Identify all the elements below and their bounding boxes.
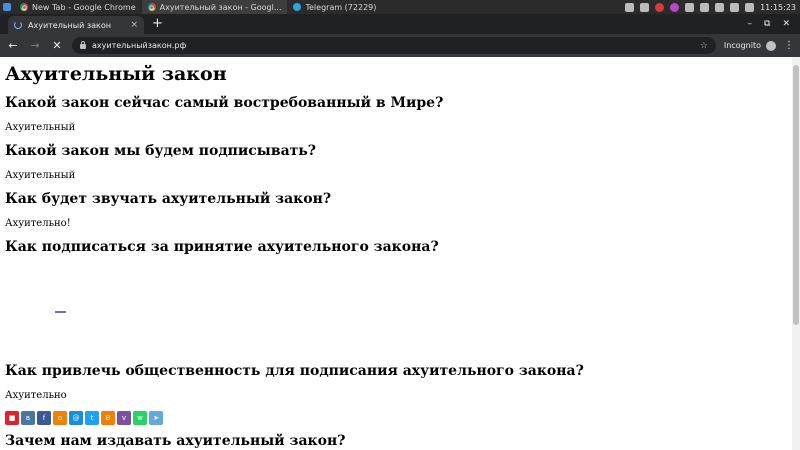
mailru-share-icon[interactable]: @: [69, 411, 83, 425]
incognito-indicator[interactable]: Incognito: [723, 40, 776, 51]
vk-share-icon[interactable]: в: [21, 411, 35, 425]
viber-share-icon[interactable]: v: [117, 411, 131, 425]
restore-icon[interactable]: ⧉: [764, 19, 770, 29]
minimize-icon[interactable]: –: [748, 19, 753, 29]
question-heading: Как подписаться за принятие ахуительного…: [5, 239, 439, 255]
reload-icon[interactable]: ✕: [50, 39, 64, 52]
browser-toolbar: ← → ✕ ахуительныйзакон.рф ☆ Incognito ⋮: [0, 34, 800, 57]
signature-embed-widget[interactable]: [5, 257, 792, 355]
battery-icon[interactable]: [745, 2, 755, 12]
facebook-share-icon[interactable]: f: [37, 411, 51, 425]
browser-tab-active[interactable]: Ахуительный закон ×: [8, 16, 144, 34]
answer-text: Ахуительный: [5, 122, 76, 133]
system-tray: 11:15:23: [625, 2, 800, 12]
answer-text: Ахуительно: [5, 390, 67, 401]
volume-icon[interactable]: [730, 2, 740, 12]
mail-icon[interactable]: [640, 2, 650, 12]
chrome-icon: [147, 3, 156, 11]
question-heading: Как будет звучать ахуительный закон?: [5, 191, 332, 207]
bluetooth-icon[interactable]: [685, 2, 695, 12]
start-menu-button[interactable]: [0, 0, 14, 14]
loading-spinner-icon: [14, 21, 22, 29]
window-controls: – ⧉ ✕: [748, 19, 800, 29]
question-heading: Какой закон сейчас самый востребованный …: [5, 95, 444, 111]
answer-text: Ахуительно!: [5, 218, 71, 229]
answer-text: Ахуительный: [5, 170, 76, 181]
page-title: Ахуительный закон: [5, 63, 227, 85]
incognito-icon: [766, 40, 776, 51]
twitter-share-icon[interactable]: t: [85, 411, 99, 425]
bookmark-star-icon[interactable]: ☆: [700, 41, 708, 51]
back-arrow-icon[interactable]: ←: [6, 39, 20, 52]
forward-arrow-icon[interactable]: →: [28, 39, 42, 52]
start-menu-icon: [3, 3, 11, 11]
app-tray-icon[interactable]: [655, 2, 665, 12]
browser-menu-icon[interactable]: ⋮: [784, 40, 794, 51]
new-tab-button[interactable]: +: [152, 16, 163, 32]
question-heading: Зачем нам издавать ахуительный закон?: [5, 433, 346, 449]
whatsapp-share-icon[interactable]: w: [133, 411, 147, 425]
bookmark-share-icon[interactable]: ■: [5, 411, 19, 425]
os-taskbar: New Tab - Google Chrome Ахуительный зако…: [0, 0, 800, 14]
close-window-icon[interactable]: ✕: [782, 19, 790, 29]
taskbar-item-label: New Tab - Google Chrome: [32, 2, 136, 12]
taskbar-item-label: Ахуительный закон - Googl...: [159, 2, 282, 12]
app-tray-icon-2[interactable]: [670, 2, 680, 12]
taskbar-item-label: Telegram (72229): [305, 2, 377, 12]
network-icon[interactable]: [625, 2, 635, 12]
clipboard-icon[interactable]: [700, 2, 710, 12]
page-viewport: Ахуительный закон Какой закон сейчас сам…: [0, 57, 792, 450]
lock-icon[interactable]: [80, 41, 86, 49]
scrollbar-thumb[interactable]: [793, 65, 799, 325]
clock[interactable]: 11:15:23: [760, 3, 796, 12]
loading-dots-icon: [55, 311, 66, 313]
question-heading: Как привлечь общественность для подписан…: [5, 363, 584, 379]
incognito-label: Incognito: [723, 41, 761, 50]
address-bar[interactable]: ахуительныйзакон.рф ☆: [72, 37, 716, 54]
share-buttons: ■ в f о @ t Bv w ➤: [5, 411, 792, 425]
wifi-icon[interactable]: [715, 2, 725, 12]
chrome-icon: [20, 3, 28, 11]
tab-close-icon[interactable]: ×: [130, 20, 138, 30]
taskbar-item-active-window[interactable]: Ахуительный закон - Googl...: [141, 0, 288, 14]
browser-tab-strip: Ахуительный закон × + – ⧉ ✕: [0, 14, 800, 34]
telegram-share-icon[interactable]: ➤: [149, 411, 163, 425]
blogger-share-icon[interactable]: B: [101, 411, 115, 425]
taskbar-item-telegram[interactable]: Telegram (72229): [287, 0, 382, 14]
question-heading: Какой закон мы будем подписывать?: [5, 143, 317, 159]
odnoklassniki-share-icon[interactable]: о: [53, 411, 67, 425]
page-scrollbar[interactable]: [792, 57, 800, 450]
telegram-icon: [293, 3, 302, 11]
tab-title: Ахуительный закон: [28, 20, 111, 30]
url-text[interactable]: ахуительныйзакон.рф: [92, 41, 694, 50]
taskbar-item-new-tab[interactable]: New Tab - Google Chrome: [14, 0, 142, 14]
